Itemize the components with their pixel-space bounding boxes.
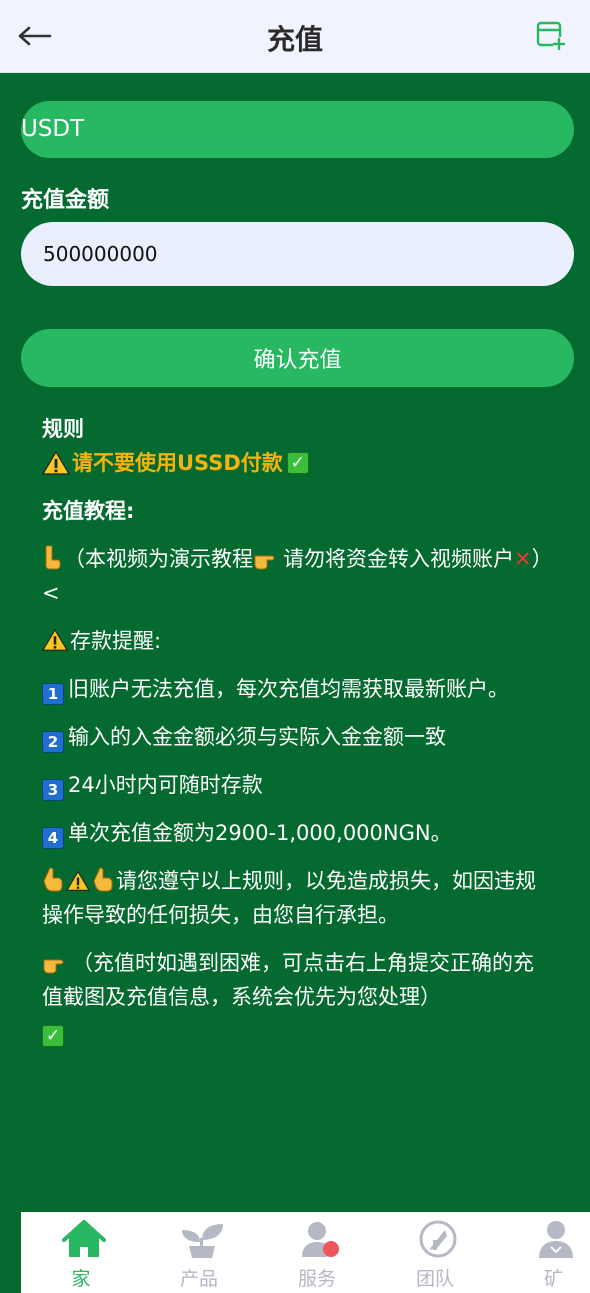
- hand-point-right-icon: [254, 555, 275, 570]
- add-record-icon: [536, 21, 566, 51]
- rules-notice: 请您遵守以上规则，以免造成损失，如因违规操作导致的任何损失，由您自行承担。: [42, 864, 552, 932]
- check-icon: ✓: [286, 452, 309, 474]
- rules-section: 规则 请不要使用USSD付款 ✓ 充值教程: （本视频为演示教程 请勿将资金转入视…: [42, 410, 552, 1048]
- amount-label: 充值金额: [21, 188, 110, 213]
- top-bar: 充值: [0, 0, 590, 73]
- keycap-4-icon: 4: [42, 827, 64, 849]
- ussd-warning: 请不要使用USSD付款 ✓: [42, 446, 552, 480]
- nav-item-products[interactable]: 产品: [149, 1212, 249, 1293]
- sprout-icon: [182, 1224, 223, 1258]
- rule-item-4: 4 单次充值金额为2900-1,000,000NGN。: [42, 816, 552, 850]
- rules-title: 规则: [42, 417, 84, 441]
- recharge-record-button[interactable]: [536, 20, 568, 52]
- nav-item-home[interactable]: 家: [31, 1212, 131, 1293]
- warning-icon: [42, 628, 68, 651]
- warning-icon: [66, 870, 90, 891]
- hand-point-up-icon: [43, 867, 63, 892]
- bottom-nav: 家 产品 服务 团队 矿: [21, 1212, 590, 1293]
- nav-item-service[interactable]: 服务: [267, 1212, 367, 1293]
- rule-item-2: 2 输入的入金金额必须与实际入金金额一致: [42, 720, 552, 754]
- team-icon: [419, 1220, 457, 1258]
- keycap-2-icon: 2: [42, 731, 64, 753]
- currency-select[interactable]: USDT: [21, 101, 574, 158]
- hand-point-up-icon: [93, 867, 113, 892]
- rules-help: （充值时如遇到困难，可点击右上角提交正确的充值截图及充值信息，系统会优先为您处理…: [42, 951, 534, 1047]
- rule-item-3: 3 24小时内可随时存款: [42, 768, 552, 802]
- hand-point-down-icon: [45, 545, 61, 570]
- currency-value: USDT: [21, 116, 85, 142]
- home-icon: [62, 1220, 106, 1257]
- warning-icon: [42, 450, 70, 475]
- keycap-1-icon: 1: [42, 683, 64, 705]
- nav-item-mine[interactable]: 矿: [503, 1212, 590, 1293]
- check-icon: ✓: [42, 1025, 64, 1047]
- amount-input[interactable]: [21, 222, 574, 286]
- cross-icon: ✕: [514, 547, 532, 571]
- service-icon: [302, 1222, 339, 1257]
- confirm-recharge-button[interactable]: 确认充值: [21, 329, 574, 387]
- hand-point-right-icon: [43, 959, 64, 974]
- keycap-3-icon: 3: [42, 779, 64, 801]
- mine-icon: [539, 1221, 573, 1258]
- tutorial-title: 充值教程:: [42, 499, 135, 523]
- rule-item-1: 1 旧账户无法充值，每次充值均需获取最新账户。: [42, 672, 552, 706]
- nav-item-team[interactable]: 团队: [385, 1212, 485, 1293]
- page-title: 充值: [266, 23, 323, 56]
- warning-text: 请不要使用USSD付款: [72, 451, 283, 475]
- tutorial-video-note: （本视频为演示教程 请勿将资金转入视频账户✕）<: [42, 542, 552, 610]
- reminder-title: 存款提醒:: [42, 624, 552, 658]
